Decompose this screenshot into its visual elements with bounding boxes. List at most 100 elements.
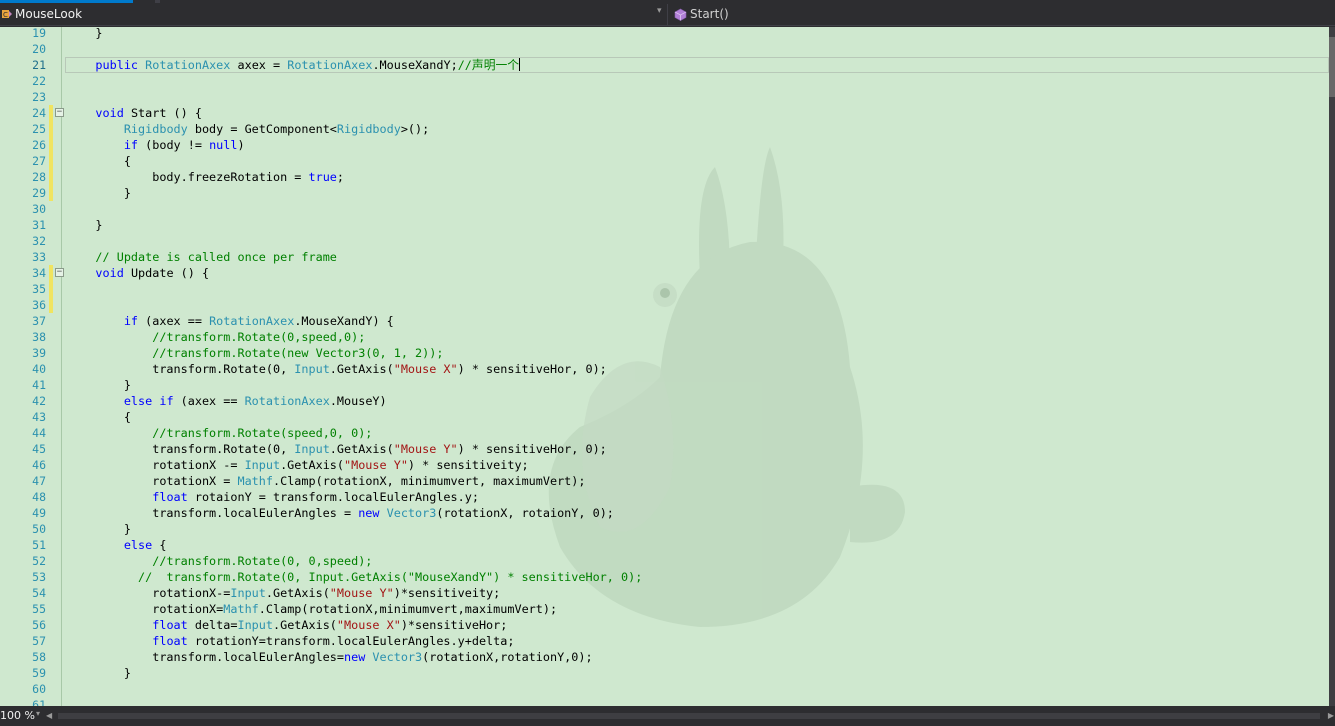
code-line[interactable]: 55 rotationX=Mathf.Clamp(rotationX,minim… bbox=[0, 601, 1329, 617]
code-line[interactable]: 42 else if (axex == RotationAxex.MouseY) bbox=[0, 393, 1329, 409]
code-text[interactable]: } bbox=[67, 665, 131, 681]
code-text[interactable]: transform.Rotate(0, Input.GetAxis("Mouse… bbox=[67, 361, 607, 377]
code-line[interactable]: 50 } bbox=[0, 521, 1329, 537]
code-line[interactable]: 34− void Update () { bbox=[0, 265, 1329, 281]
code-editor[interactable]: 19 } 20 21 public RotationAxex axex = Rota… bbox=[0, 27, 1329, 706]
code-line[interactable]: 57 float rotationY=transform.localEulerA… bbox=[0, 633, 1329, 649]
code-text[interactable]: transform.localEulerAngles=new Vector3(r… bbox=[67, 649, 592, 665]
chevron-down-icon[interactable]: ▾ bbox=[657, 6, 662, 16]
code-text[interactable]: float delta=Input.GetAxis("Mouse X")*sen… bbox=[67, 617, 507, 633]
code-line[interactable]: 46 rotationX -= Input.GetAxis("Mouse Y")… bbox=[0, 457, 1329, 473]
line-number: 43 bbox=[32, 410, 46, 424]
code-line[interactable]: 58 transform.localEulerAngles=new Vector… bbox=[0, 649, 1329, 665]
code-line[interactable]: 44 //transform.Rotate(speed,0, 0); bbox=[0, 425, 1329, 441]
code-line[interactable]: 29 } bbox=[0, 185, 1329, 201]
code-text[interactable]: // transform.Rotate(0, Input.GetAxis("Mo… bbox=[67, 569, 642, 585]
code-line[interactable]: 41 } bbox=[0, 377, 1329, 393]
code-line[interactable]: 54 rotationX-=Input.GetAxis("Mouse Y")*s… bbox=[0, 585, 1329, 601]
code-line[interactable]: 31 } bbox=[0, 217, 1329, 233]
code-token: ; bbox=[336, 170, 345, 184]
code-line[interactable]: 52 //transform.Rotate(0, 0,speed); bbox=[0, 553, 1329, 569]
code-line[interactable]: 19 } bbox=[0, 27, 1329, 41]
code-line[interactable]: 25 Rigidbody body = GetComponent<Rigidbo… bbox=[0, 121, 1329, 137]
code-line[interactable]: 27 { bbox=[0, 153, 1329, 169]
code-text[interactable]: float rotaionY = transform.localEulerAng… bbox=[67, 489, 479, 505]
horizontal-scrollbar[interactable]: ◀ ▶ bbox=[44, 711, 1334, 721]
code-text[interactable]: Rigidbody body = GetComponent<Rigidbody>… bbox=[67, 121, 429, 137]
code-text[interactable]: //transform.Rotate(0, 0,speed); bbox=[67, 553, 372, 569]
code-line[interactable]: 28 body.freezeRotation = true; bbox=[0, 169, 1329, 185]
code-text[interactable]: transform.Rotate(0, Input.GetAxis("Mouse… bbox=[67, 441, 607, 457]
code-text[interactable]: rotationX-=Input.GetAxis("Mouse Y")*sens… bbox=[67, 585, 500, 601]
code-line[interactable]: 30 bbox=[0, 201, 1329, 217]
code-text[interactable]: rotationX=Mathf.Clamp(rotationX,minimumv… bbox=[67, 601, 557, 617]
code-text[interactable]: float rotationY=transform.localEulerAngl… bbox=[67, 633, 514, 649]
code-line[interactable]: 20 bbox=[0, 41, 1329, 57]
code-text[interactable]: } bbox=[67, 521, 131, 537]
code-line[interactable]: 38 //transform.Rotate(0,speed,0); bbox=[0, 329, 1329, 345]
code-text[interactable]: } bbox=[67, 217, 102, 233]
code-line[interactable]: 60 bbox=[0, 681, 1329, 697]
code-line[interactable]: 33 // Update is called once per frame bbox=[0, 249, 1329, 265]
scrollbar-thumb[interactable] bbox=[1329, 37, 1335, 97]
code-text[interactable]: public RotationAxex axex = RotationAxex.… bbox=[67, 57, 521, 73]
code-line[interactable]: 49 transform.localEulerAngles = new Vect… bbox=[0, 505, 1329, 521]
code-line[interactable]: 23 bbox=[0, 89, 1329, 105]
code-line[interactable]: 21 public RotationAxex axex = RotationAx… bbox=[0, 57, 1329, 73]
code-line[interactable]: 53 // transform.Rotate(0, Input.GetAxis(… bbox=[0, 569, 1329, 585]
code-token: if bbox=[123, 138, 139, 152]
code-lines[interactable]: 19 } 20 21 public RotationAxex axex = Rota… bbox=[0, 27, 1329, 706]
code-token: void bbox=[95, 266, 124, 280]
chevron-down-icon[interactable]: ▾ bbox=[36, 709, 40, 718]
code-line[interactable]: 45 transform.Rotate(0, Input.GetAxis("Mo… bbox=[0, 441, 1329, 457]
code-line[interactable]: 32 bbox=[0, 233, 1329, 249]
code-text[interactable]: else if (axex == RotationAxex.MouseY) bbox=[67, 393, 387, 409]
code-text[interactable]: if (axex == RotationAxex.MouseXandY) { bbox=[67, 313, 394, 329]
code-text[interactable]: //transform.Rotate(0,speed,0); bbox=[67, 329, 365, 345]
code-line[interactable]: 36 bbox=[0, 297, 1329, 313]
code-text[interactable]: void Update () { bbox=[67, 265, 209, 281]
code-text[interactable]: } bbox=[67, 27, 102, 41]
code-text[interactable]: else { bbox=[67, 537, 167, 553]
collapse-minus-icon[interactable]: − bbox=[55, 268, 64, 277]
code-token: null bbox=[209, 138, 238, 152]
code-line[interactable]: 37 if (axex == RotationAxex.MouseXandY) … bbox=[0, 313, 1329, 329]
member-dropdown[interactable]: Start() bbox=[669, 4, 1335, 25]
code-line[interactable]: 51 else { bbox=[0, 537, 1329, 553]
code-line[interactable]: 35 bbox=[0, 281, 1329, 297]
code-text[interactable]: rotationX -= Input.GetAxis("Mouse Y") * … bbox=[67, 457, 528, 473]
code-text[interactable]: } bbox=[67, 185, 131, 201]
code-text[interactable]: body.freezeRotation = true; bbox=[67, 169, 344, 185]
tab-indicator[interactable] bbox=[155, 0, 160, 3]
code-text[interactable]: if (body != null) bbox=[67, 137, 245, 153]
code-text[interactable]: void Start () { bbox=[67, 105, 202, 121]
code-text[interactable]: rotationX = Mathf.Clamp(rotationX, minim… bbox=[67, 473, 585, 489]
code-text[interactable]: //transform.Rotate(speed,0, 0); bbox=[67, 425, 372, 441]
type-dropdown[interactable]: C MouseLook ▾ bbox=[0, 4, 668, 25]
scroll-left-icon[interactable]: ◀ bbox=[46, 711, 52, 720]
code-line[interactable]: 59 } bbox=[0, 665, 1329, 681]
zoom-level[interactable]: 100 % bbox=[0, 709, 35, 722]
code-line[interactable]: 24− void Start () { bbox=[0, 105, 1329, 121]
code-line[interactable]: 40 transform.Rotate(0, Input.GetAxis("Mo… bbox=[0, 361, 1329, 377]
code-line[interactable]: 56 float delta=Input.GetAxis("Mouse X")*… bbox=[0, 617, 1329, 633]
scrollbar-track[interactable] bbox=[58, 713, 1320, 719]
code-line[interactable]: 47 rotationX = Mathf.Clamp(rotationX, mi… bbox=[0, 473, 1329, 489]
code-line[interactable]: 61 bbox=[0, 697, 1329, 706]
collapse-minus-icon[interactable]: − bbox=[55, 108, 64, 117]
code-text[interactable]: { bbox=[67, 409, 131, 425]
code-line[interactable]: 48 float rotaionY = transform.localEuler… bbox=[0, 489, 1329, 505]
text-caret bbox=[519, 58, 521, 71]
code-text[interactable]: { bbox=[67, 153, 131, 169]
code-line[interactable]: 22 bbox=[0, 73, 1329, 89]
code-text[interactable]: transform.localEulerAngles = new Vector3… bbox=[67, 505, 614, 521]
code-line[interactable]: 43 { bbox=[0, 409, 1329, 425]
code-line[interactable]: 26 if (body != null) bbox=[0, 137, 1329, 153]
code-text[interactable]: //transform.Rotate(new Vector3(0, 1, 2))… bbox=[67, 345, 443, 361]
active-tab-indicator[interactable] bbox=[0, 0, 133, 3]
code-text[interactable]: } bbox=[67, 377, 131, 393]
code-line[interactable]: 39 //transform.Rotate(new Vector3(0, 1, … bbox=[0, 345, 1329, 361]
vertical-scrollbar[interactable] bbox=[1329, 27, 1335, 706]
code-text[interactable]: // Update is called once per frame bbox=[67, 249, 336, 265]
scroll-right-icon[interactable]: ▶ bbox=[1328, 711, 1334, 720]
